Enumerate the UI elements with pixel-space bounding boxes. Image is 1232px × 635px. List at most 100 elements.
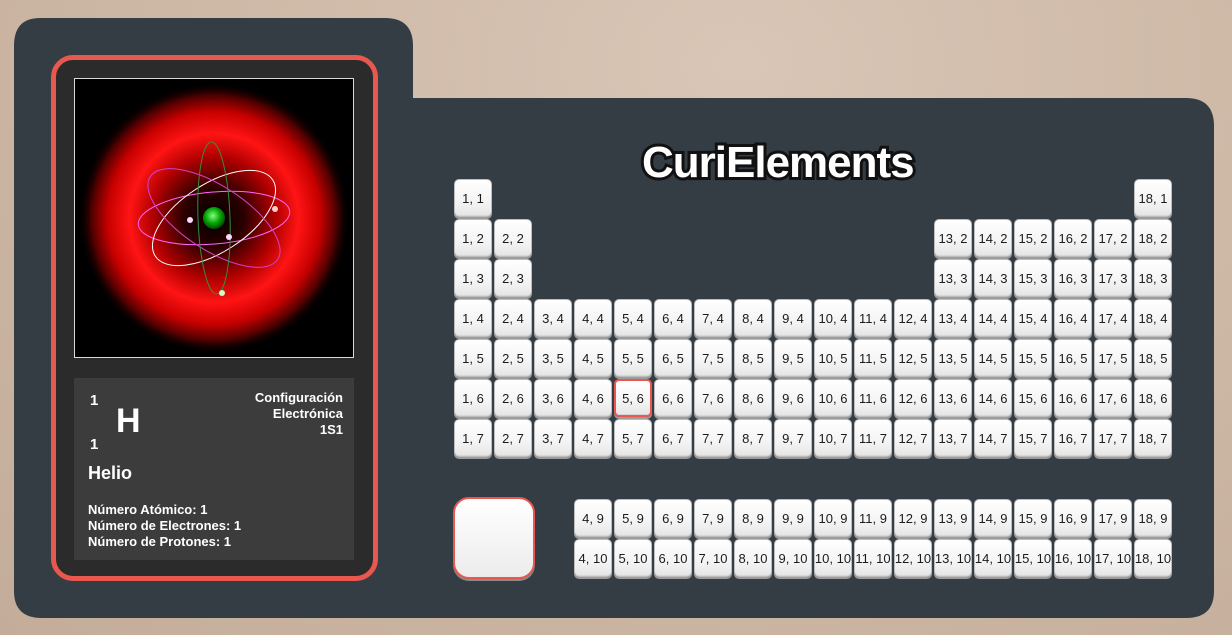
table-cell[interactable]: 3, 7 bbox=[534, 419, 572, 457]
table-cell[interactable]: 3, 4 bbox=[534, 299, 572, 337]
table-cell[interactable]: 7, 7 bbox=[694, 419, 732, 457]
table-cell[interactable]: 4, 4 bbox=[574, 299, 612, 337]
table-cell[interactable]: 9, 5 bbox=[774, 339, 812, 377]
table-cell[interactable]: 17, 5 bbox=[1094, 339, 1132, 377]
table-cell[interactable]: 14, 4 bbox=[974, 299, 1012, 337]
table-cell[interactable]: 12, 6 bbox=[894, 379, 932, 417]
table-cell[interactable]: 12, 7 bbox=[894, 419, 932, 457]
table-cell[interactable]: 17, 2 bbox=[1094, 219, 1132, 257]
table-cell[interactable]: 9, 9 bbox=[774, 499, 812, 537]
table-cell[interactable]: 15, 6 bbox=[1014, 379, 1052, 417]
table-cell[interactable]: 2, 2 bbox=[494, 219, 532, 257]
table-cell[interactable]: 11, 4 bbox=[854, 299, 892, 337]
table-cell[interactable]: 10, 6 bbox=[814, 379, 852, 417]
table-cell[interactable]: 10, 7 bbox=[814, 419, 852, 457]
table-cell[interactable]: 14, 6 bbox=[974, 379, 1012, 417]
table-cell[interactable]: 16, 2 bbox=[1054, 219, 1092, 257]
table-cell[interactable]: 13, 9 bbox=[934, 499, 972, 537]
table-cell[interactable]: 14, 5 bbox=[974, 339, 1012, 377]
table-cell[interactable]: 14, 9 bbox=[974, 499, 1012, 537]
table-cell[interactable]: 13, 10 bbox=[934, 539, 972, 577]
table-cell[interactable]: 11, 5 bbox=[854, 339, 892, 377]
table-cell[interactable]: 2, 4 bbox=[494, 299, 532, 337]
table-cell[interactable]: 9, 6 bbox=[774, 379, 812, 417]
table-cell[interactable]: 6, 5 bbox=[654, 339, 692, 377]
table-cell[interactable]: 15, 2 bbox=[1014, 219, 1052, 257]
table-cell[interactable]: 16, 6 bbox=[1054, 379, 1092, 417]
table-cell[interactable]: 18, 1 bbox=[1134, 179, 1172, 217]
table-cell[interactable]: 17, 4 bbox=[1094, 299, 1132, 337]
table-cell[interactable]: 4, 7 bbox=[574, 419, 612, 457]
table-cell[interactable]: 18, 6 bbox=[1134, 379, 1172, 417]
table-cell[interactable]: 14, 10 bbox=[974, 539, 1012, 577]
table-cell[interactable]: 16, 7 bbox=[1054, 419, 1092, 457]
table-cell[interactable]: 9, 10 bbox=[774, 539, 812, 577]
table-cell[interactable]: 10, 9 bbox=[814, 499, 852, 537]
table-cell[interactable]: 7, 9 bbox=[694, 499, 732, 537]
table-cell[interactable]: 15, 7 bbox=[1014, 419, 1052, 457]
table-cell[interactable]: 5, 4 bbox=[614, 299, 652, 337]
table-cell[interactable]: 18, 7 bbox=[1134, 419, 1172, 457]
table-cell[interactable]: 10, 4 bbox=[814, 299, 852, 337]
table-cell[interactable]: 17, 6 bbox=[1094, 379, 1132, 417]
table-cell[interactable]: 1, 7 bbox=[454, 419, 492, 457]
table-cell[interactable]: 15, 5 bbox=[1014, 339, 1052, 377]
table-cell[interactable]: 4, 9 bbox=[574, 499, 612, 537]
table-cell[interactable]: 7, 5 bbox=[694, 339, 732, 377]
table-cell[interactable]: 14, 7 bbox=[974, 419, 1012, 457]
table-cell[interactable]: 8, 9 bbox=[734, 499, 772, 537]
table-cell[interactable]: 17, 7 bbox=[1094, 419, 1132, 457]
table-cell[interactable]: 14, 3 bbox=[974, 259, 1012, 297]
table-cell[interactable]: 16, 10 bbox=[1054, 539, 1092, 577]
table-cell[interactable]: 13, 4 bbox=[934, 299, 972, 337]
table-cell[interactable]: 4, 5 bbox=[574, 339, 612, 377]
table-cell[interactable]: 9, 7 bbox=[774, 419, 812, 457]
table-cell[interactable]: 8, 10 bbox=[734, 539, 772, 577]
table-cell[interactable]: 12, 10 bbox=[894, 539, 932, 577]
table-cell[interactable]: 4, 10 bbox=[574, 539, 612, 577]
table-cell[interactable]: 13, 5 bbox=[934, 339, 972, 377]
table-cell[interactable]: 6, 9 bbox=[654, 499, 692, 537]
table-cell[interactable]: 13, 7 bbox=[934, 419, 972, 457]
table-cell[interactable]: 6, 10 bbox=[654, 539, 692, 577]
table-cell[interactable]: 12, 9 bbox=[894, 499, 932, 537]
table-cell[interactable]: 5, 7 bbox=[614, 419, 652, 457]
table-cell[interactable]: 12, 5 bbox=[894, 339, 932, 377]
table-cell[interactable]: 1, 4 bbox=[454, 299, 492, 337]
table-cell[interactable]: 18, 9 bbox=[1134, 499, 1172, 537]
table-cell[interactable]: 5, 9 bbox=[614, 499, 652, 537]
table-cell[interactable]: 13, 3 bbox=[934, 259, 972, 297]
table-cell[interactable]: 8, 7 bbox=[734, 419, 772, 457]
table-cell[interactable]: 10, 10 bbox=[814, 539, 852, 577]
table-cell[interactable]: 1, 6 bbox=[454, 379, 492, 417]
table-cell[interactable]: 5, 5 bbox=[614, 339, 652, 377]
table-cell[interactable]: 18, 4 bbox=[1134, 299, 1172, 337]
table-cell[interactable]: 11, 7 bbox=[854, 419, 892, 457]
table-cell[interactable]: 5, 10 bbox=[614, 539, 652, 577]
table-cell[interactable]: 18, 2 bbox=[1134, 219, 1172, 257]
table-cell[interactable]: 6, 7 bbox=[654, 419, 692, 457]
table-cell[interactable]: 5, 6 bbox=[614, 379, 652, 417]
table-cell[interactable]: 16, 9 bbox=[1054, 499, 1092, 537]
selection-preview-box[interactable] bbox=[453, 497, 535, 579]
table-cell[interactable]: 8, 4 bbox=[734, 299, 772, 337]
table-cell[interactable]: 7, 10 bbox=[694, 539, 732, 577]
table-cell[interactable]: 2, 7 bbox=[494, 419, 532, 457]
table-cell[interactable]: 15, 10 bbox=[1014, 539, 1052, 577]
table-cell[interactable]: 2, 3 bbox=[494, 259, 532, 297]
table-cell[interactable]: 10, 5 bbox=[814, 339, 852, 377]
table-cell[interactable]: 18, 10 bbox=[1134, 539, 1172, 577]
table-cell[interactable]: 4, 6 bbox=[574, 379, 612, 417]
table-cell[interactable]: 1, 3 bbox=[454, 259, 492, 297]
table-cell[interactable]: 17, 10 bbox=[1094, 539, 1132, 577]
table-cell[interactable]: 8, 5 bbox=[734, 339, 772, 377]
table-cell[interactable]: 2, 6 bbox=[494, 379, 532, 417]
table-cell[interactable]: 3, 6 bbox=[534, 379, 572, 417]
table-cell[interactable]: 11, 6 bbox=[854, 379, 892, 417]
table-cell[interactable]: 13, 2 bbox=[934, 219, 972, 257]
table-cell[interactable]: 18, 5 bbox=[1134, 339, 1172, 377]
table-cell[interactable]: 18, 3 bbox=[1134, 259, 1172, 297]
table-cell[interactable]: 7, 4 bbox=[694, 299, 732, 337]
table-cell[interactable]: 9, 4 bbox=[774, 299, 812, 337]
table-cell[interactable]: 17, 3 bbox=[1094, 259, 1132, 297]
